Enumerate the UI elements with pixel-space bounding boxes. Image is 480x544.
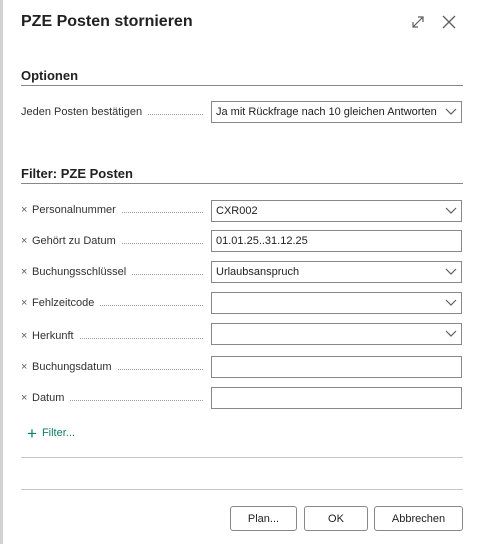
filter-label-text: Gehört zu Datum [32, 235, 116, 247]
confirm-select[interactable]: Ja mit Rückfrage nach 10 gleichen Antwor… [211, 101, 462, 123]
add-filter-link[interactable]: + Filter... [27, 424, 75, 442]
filter-gehoert-zu-datum-input[interactable]: 01.01.25..31.12.25 [211, 230, 462, 252]
plus-icon: + [27, 423, 37, 443]
filter-value: 01.01.25..31.12.25 [216, 235, 308, 247]
remove-filter-icon[interactable]: × [21, 297, 29, 309]
dotted-leader [117, 368, 203, 370]
filter-label-text: Datum [32, 392, 65, 404]
plan-button[interactable]: Plan... [230, 506, 297, 531]
ok-button[interactable]: OK [304, 506, 368, 531]
remove-filter-icon[interactable]: × [21, 330, 29, 342]
remove-filter-icon[interactable]: × [21, 204, 29, 216]
remove-filter-icon[interactable]: × [21, 235, 29, 247]
filter-value: CXR002 [216, 205, 258, 217]
remove-filter-icon[interactable]: × [21, 392, 29, 404]
dotted-leader [121, 242, 203, 244]
field-label-confirm: Jeden Posten bestätigen [21, 102, 209, 122]
filter-label-personalnummer: × Personalnummer [21, 200, 209, 220]
filter-label-text: Fehlzeitcode [32, 297, 95, 309]
dotted-leader [132, 273, 203, 275]
filter-herkunft-select[interactable] [211, 323, 462, 345]
expand-icon[interactable] [408, 12, 428, 32]
dotted-leader [100, 304, 203, 306]
dialog-title: PZE Posten stornieren [21, 13, 193, 30]
field-label-text: Jeden Posten bestätigen [21, 106, 143, 118]
filter-personalnummer-select[interactable]: CXR002 [211, 200, 462, 222]
filter-label-fehlzeitcode: × Fehlzeitcode [21, 293, 209, 313]
close-icon[interactable] [439, 12, 459, 32]
content-divider [21, 457, 463, 458]
chevron-down-icon[interactable] [441, 324, 461, 344]
dotted-leader [79, 337, 203, 339]
filter-label-herkunft: × Herkunft [21, 326, 209, 346]
filter-label-datum: × Datum [21, 388, 209, 408]
footer-divider [21, 489, 463, 490]
chevron-down-icon[interactable] [441, 102, 461, 122]
add-filter-label: Filter... [41, 427, 75, 439]
filter-label-buchungsschluessel: × Buchungsschlüssel [21, 262, 209, 282]
filter-label-text: Buchungsschlüssel [32, 266, 127, 278]
section-divider [21, 85, 463, 86]
filter-value: Urlaubsanspruch [216, 266, 300, 278]
dotted-leader [148, 113, 203, 115]
filter-datum-input[interactable] [211, 387, 462, 409]
section-title-options: Optionen [21, 68, 79, 83]
filter-label-buchungsdatum: × Buchungsdatum [21, 357, 209, 377]
filter-buchungsdatum-input[interactable] [211, 356, 462, 378]
filter-label-text: Herkunft [32, 330, 74, 342]
remove-filter-icon[interactable]: × [21, 266, 29, 278]
cancel-button[interactable]: Abbrechen [374, 506, 463, 531]
confirm-select-value: Ja mit Rückfrage nach 10 gleichen Antwor… [216, 106, 437, 118]
filter-label-text: Buchungsdatum [32, 361, 112, 373]
filter-label-text: Personalnummer [32, 204, 116, 216]
chevron-down-icon[interactable] [441, 293, 461, 313]
chevron-down-icon[interactable] [441, 262, 461, 282]
remove-filter-icon[interactable]: × [21, 361, 29, 373]
filter-buchungsschluessel-select[interactable]: Urlaubsanspruch [211, 261, 462, 283]
section-title-filter: Filter: PZE Posten [21, 166, 133, 181]
dotted-leader [70, 399, 203, 401]
section-divider [21, 183, 463, 184]
filter-label-gehoert-zu-datum: × Gehört zu Datum [21, 231, 209, 251]
dotted-leader [121, 211, 203, 213]
filter-fehlzeitcode-select[interactable] [211, 292, 462, 314]
dialog: PZE Posten stornieren Optionen Jeden Pos… [3, 0, 480, 544]
chevron-down-icon[interactable] [441, 201, 461, 221]
